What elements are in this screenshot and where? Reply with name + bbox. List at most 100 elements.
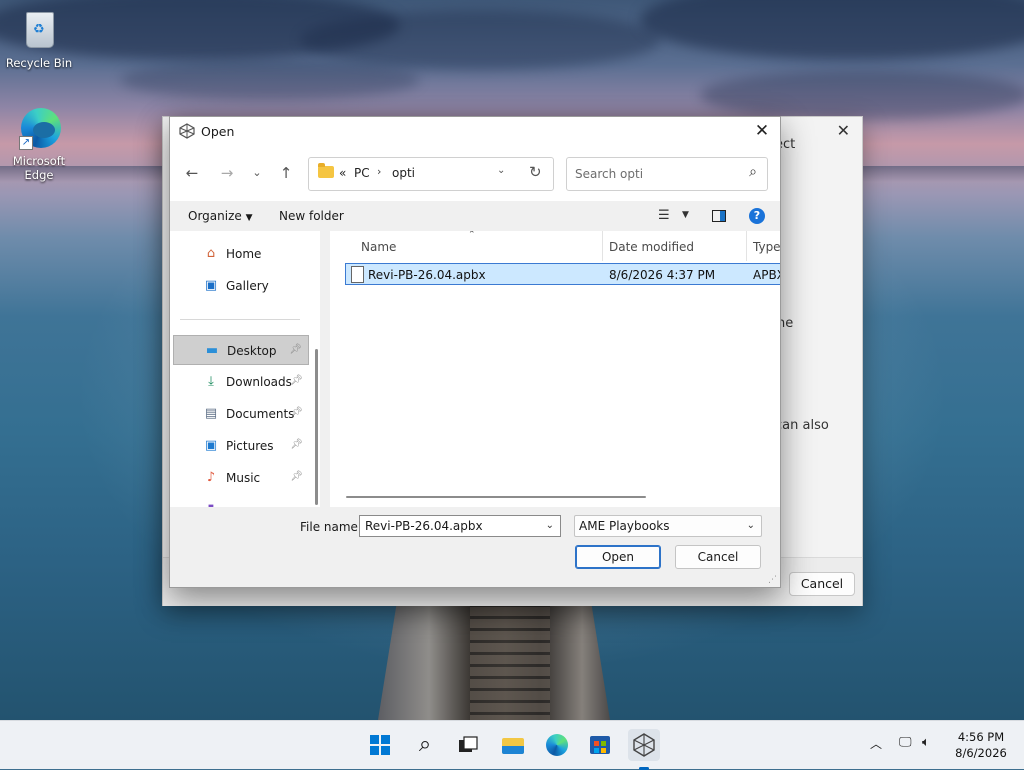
new-folder-button[interactable]: New folder (279, 209, 344, 223)
close-icon[interactable]: ✕ (837, 121, 850, 140)
file-icon (351, 266, 364, 283)
task-view-button[interactable] (452, 729, 484, 761)
arrow-up-icon: ↑ (279, 164, 293, 182)
navigation-bar: ← → ⌄ ↑ « PC › opti ⌄ ↻ Search opti ⌕ (170, 145, 780, 201)
column-header-date[interactable]: Date modified (603, 231, 747, 261)
file-type-select[interactable]: AME Playbooks ⌄ (574, 515, 762, 537)
sidebar-item-label: Desktop (227, 344, 277, 358)
volume-icon[interactable]: 🔈︎ (922, 735, 930, 750)
sidebar-scrollbar[interactable] (315, 349, 318, 505)
show-hidden-icons-button[interactable]: ︿ (870, 735, 882, 752)
recycle-bin-desktop-icon[interactable]: ♻ Recycle Bin (2, 6, 76, 70)
breadcrumb-opti[interactable]: opti (392, 166, 415, 180)
sidebar-item-pictures[interactable]: ▣ Pictures 📌︎ (173, 431, 309, 461)
start-button[interactable] (364, 729, 396, 761)
view-options-icon[interactable]: ☰ (658, 208, 670, 223)
arrow-left-icon: ← (185, 164, 199, 182)
search-placeholder: Search opti (575, 167, 644, 181)
pictures-icon: ▣ (204, 438, 218, 453)
resize-grip-icon[interactable]: ⋰ (768, 575, 777, 585)
system-clock[interactable]: 4:56 PM 8/6/2026 (948, 729, 1014, 761)
ame-wizard-taskbar-button[interactable] (628, 729, 660, 770)
edge-taskbar-button[interactable] (541, 729, 573, 761)
file-row[interactable]: Revi-PB-26.04.apbx 8/6/2026 4:37 PM APBX (345, 263, 780, 285)
taskbar: ⌕ ︿ 🖵︎ 🔈︎ 4:56 PM 8/6/2026 (0, 720, 1024, 770)
file-date: 8/6/2026 4:37 PM (609, 268, 716, 282)
close-icon: ✕ (754, 121, 770, 141)
pin-icon[interactable]: 📌︎ (290, 471, 303, 482)
open-button[interactable]: Open (575, 545, 661, 569)
caret-down-icon[interactable]: ▼ (682, 210, 689, 220)
close-button[interactable]: ✕ (744, 117, 780, 145)
recycle-bin-label: Recycle Bin (5, 56, 73, 70)
edge-label: Microsoft Edge (12, 154, 66, 182)
desktop-icon: ▬ (205, 343, 219, 358)
dialog-footer: File name: Revi-PB-26.04.apbx ⌄ AME Play… (170, 507, 780, 587)
sidebar-item-desktop[interactable]: ▬ Desktop 📌︎ (173, 335, 309, 365)
file-explorer-button[interactable] (497, 729, 529, 761)
refresh-icon[interactable]: ↻ (529, 163, 542, 181)
command-bar: Organize ▼ New folder ☰ ▼ ? (170, 201, 780, 231)
edge-icon: ↗ (15, 104, 63, 152)
store-button[interactable] (584, 729, 616, 761)
bg-cancel-button[interactable]: Cancel (789, 572, 855, 596)
file-name-input[interactable]: Revi-PB-26.04.apbx ⌄ (359, 515, 561, 537)
taskbar-search-button[interactable]: ⌕ (409, 729, 441, 761)
column-header-name[interactable]: Name ⌃ (330, 231, 603, 261)
file-list: Name ⌃ Date modified Type Revi-PB-26.04.… (330, 231, 780, 507)
file-name: Revi-PB-26.04.apbx (368, 268, 486, 282)
chevron-up-icon: ︿ (870, 737, 883, 751)
sidebar-item-partial[interactable]: ▮ (173, 495, 309, 508)
chevron-down-icon[interactable]: ⌄ (546, 520, 554, 531)
column-header-type[interactable]: Type (747, 231, 780, 261)
pin-icon[interactable]: 📌︎ (290, 375, 303, 386)
sidebar-item-home[interactable]: ⌂ Home (173, 239, 309, 269)
windows-logo-icon (370, 735, 390, 755)
task-view-icon (459, 736, 478, 752)
pin-icon[interactable]: 📌︎ (290, 407, 303, 418)
address-dropdown-icon[interactable]: ⌄ (497, 165, 505, 176)
network-icon[interactable]: 🖵︎ (899, 735, 912, 750)
title-bar: Open ✕ (170, 117, 780, 145)
edge-desktop-icon[interactable]: ↗ Microsoft Edge (2, 104, 76, 182)
organize-label: Organize (188, 209, 242, 223)
sidebar-item-music[interactable]: ♪ Music 📌︎ (173, 463, 309, 493)
forward-button[interactable]: → (215, 161, 239, 185)
recent-locations-button[interactable]: ⌄ (245, 161, 269, 185)
downloads-icon: ⤓ (208, 374, 214, 389)
column-label: Type (753, 240, 780, 254)
breadcrumb-pc[interactable]: PC (354, 166, 370, 180)
breadcrumb-overflow[interactable]: « (339, 166, 346, 180)
organize-button[interactable]: Organize ▼ (188, 209, 253, 223)
ame-wizard-icon (179, 123, 195, 139)
pin-icon[interactable]: 📌︎ (289, 344, 302, 355)
sort-ascending-icon: ⌃ (468, 231, 476, 240)
horizontal-scrollbar[interactable] (346, 496, 646, 498)
up-button[interactable]: ↑ (274, 161, 298, 185)
caret-down-icon: ▼ (245, 213, 253, 223)
home-icon: ⌂ (206, 246, 216, 261)
music-icon: ♪ (206, 470, 216, 485)
sidebar-divider (180, 319, 300, 320)
search-box[interactable]: Search opti ⌕ (566, 157, 768, 191)
sidebar-item-gallery[interactable]: ▣ Gallery (173, 271, 309, 301)
clock-date: 8/6/2026 (955, 746, 1007, 760)
ame-wizard-icon (633, 733, 655, 757)
cancel-button[interactable]: Cancel (675, 545, 761, 569)
address-bar[interactable]: « PC › opti ⌄ ↻ (308, 157, 554, 191)
sidebar-item-label: Music (226, 471, 261, 485)
file-type-value: AME Playbooks (579, 519, 670, 533)
shortcut-arrow-icon: ↗ (19, 136, 33, 150)
sidebar-item-label: Home (226, 247, 262, 261)
pin-icon[interactable]: 📌︎ (290, 439, 303, 450)
sidebar-item-documents[interactable]: ▤ Documents 📌︎ (173, 399, 309, 429)
back-button[interactable]: ← (180, 161, 204, 185)
sidebar-item-downloads[interactable]: ⤓ Downloads 📌︎ (173, 367, 309, 397)
dialog-title: Open (201, 124, 235, 139)
bg-partial-text: can also (775, 418, 829, 433)
sidebar-item-label: Downloads (226, 375, 292, 389)
help-icon[interactable]: ? (749, 208, 765, 224)
sidebar-item-label: Documents (226, 407, 295, 421)
preview-pane-icon[interactable] (712, 210, 726, 222)
column-label: Date modified (609, 240, 695, 254)
